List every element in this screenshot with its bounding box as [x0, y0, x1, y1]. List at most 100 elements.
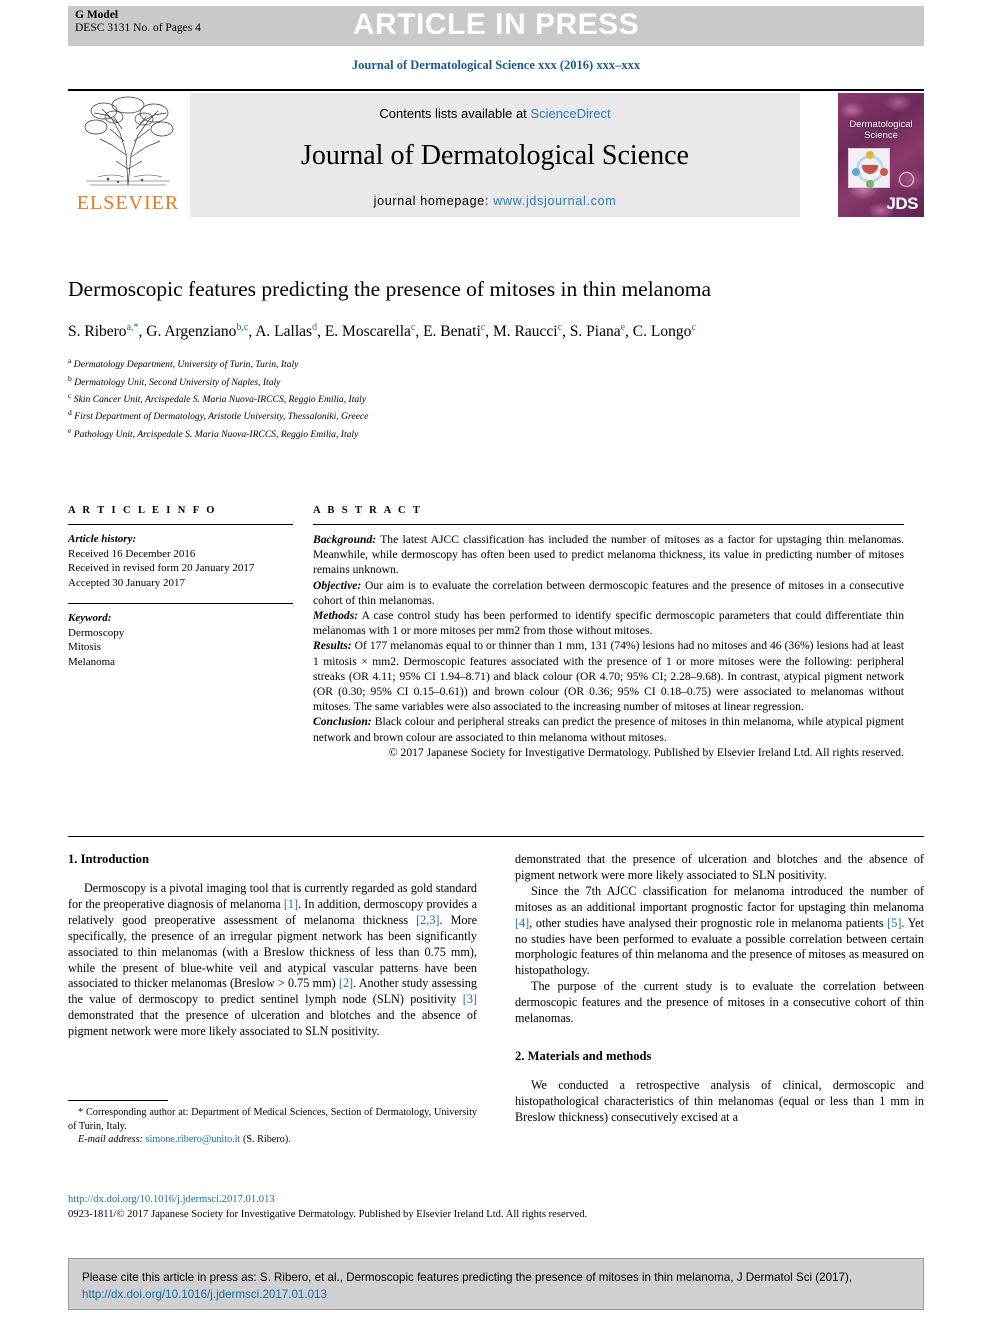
intro2-text-b: , other studies have analysed their prog… — [529, 915, 888, 930]
journal-title: Journal of Dermatological Science — [301, 140, 689, 171]
article-history-block: Article history: Received 16 December 20… — [68, 532, 293, 590]
author-entry: G. Argenzianob,c, — [146, 322, 256, 341]
doi-footer: http://dx.doi.org/10.1016/j.jdermsci.201… — [68, 1193, 924, 1222]
journal-cover-thumbnail: Dermatological Science JDS — [838, 93, 924, 217]
cover-seal-icon — [899, 172, 914, 187]
author-affiliation-mark: b,c — [236, 322, 249, 333]
abstract-background-label: Background: — [313, 533, 377, 546]
abstract-objective-label: Objective: — [313, 578, 362, 592]
author-name: S. Piana — [569, 323, 621, 341]
info-abstract-section: A R T I C L E I N F O Article history: R… — [68, 505, 924, 760]
abstract-methods-paragraph: Methods: A case control study has been p… — [313, 608, 904, 638]
author-name: G. Argenziano — [146, 323, 237, 341]
author-affiliation-mark: a,* — [126, 322, 139, 333]
abstract-background-paragraph: Background: The latest AJCC classificati… — [313, 532, 904, 578]
history-received: Received 16 December 2016 — [68, 547, 196, 560]
affiliation-mark: e — [68, 425, 72, 435]
doi-link[interactable]: http://dx.doi.org/10.1016/j.jdermsci.201… — [68, 1194, 275, 1205]
affiliation-mark: b — [68, 373, 72, 383]
affiliation-item: c Skin Cancer Unit, Arcispedale S. Maria… — [68, 389, 924, 406]
cover-title-line2: Science — [864, 130, 898, 141]
corresponding-author-footnote: * Corresponding author at: Department of… — [68, 1100, 477, 1147]
title-block: Dermoscopic features predicting the pres… — [68, 275, 924, 441]
email-address-label: E-mail address: — [78, 1134, 143, 1145]
cover-dot-green — [866, 180, 874, 188]
journal-citation-line: Journal of Dermatological Science xxx (2… — [351, 58, 641, 72]
keyword-item: Mitosis — [68, 641, 102, 653]
cite-text-body: Please cite this article in press as: S.… — [82, 1271, 853, 1284]
affiliation-text: Dermatology Department, University of Tu… — [73, 359, 299, 371]
author-affiliation-mark: c — [557, 322, 563, 333]
author-entry: S. Pianae, — [569, 322, 633, 341]
article-info-column: A R T I C L E I N F O Article history: R… — [68, 505, 313, 760]
page-title: Dermoscopic features predicting the pres… — [68, 277, 711, 301]
intro-paragraph-1-continued: demonstrated that the presence of ulcera… — [515, 852, 924, 884]
intro-continued-text: demonstrated that the presence of ulcera… — [515, 852, 924, 882]
keyword-item: Dermoscopy — [68, 626, 125, 639]
affiliation-mark: d — [68, 408, 72, 418]
author-entry: S. Riberoa,*, — [68, 322, 147, 341]
citation-ref-3[interactable]: [3] — [463, 992, 477, 1006]
journal-homepage-link[interactable]: www.jdsjournal.com — [493, 194, 616, 208]
body-column-right: demonstrated that the presence of ulcera… — [515, 852, 924, 1192]
citation-ref-1[interactable]: [1] — [284, 897, 298, 911]
elsevier-tree-icon — [84, 96, 174, 186]
keywords-block: Keyword: Dermoscopy Mitosis Melanoma — [68, 611, 293, 669]
author-name: E. Benati — [423, 323, 481, 341]
cover-title-text: Dermatological Science — [838, 119, 924, 141]
author-entry: E. Benatic, — [423, 322, 493, 341]
author-name: M. Raucci — [492, 323, 558, 341]
body-top-rule — [68, 836, 924, 837]
citation-ref-2-3[interactable]: [2,3] — [416, 913, 439, 927]
affiliation-mark: c — [68, 390, 72, 400]
affiliation-item: e Pathology Unit, Arcispedale S. Maria N… — [68, 424, 924, 441]
author-affiliation-mark: c — [410, 322, 416, 333]
author-name: E. Moscarella — [324, 323, 411, 341]
abstract-conclusion-label: Conclusion: — [313, 715, 372, 729]
abstract-methods-text: A case control study has been performed … — [313, 609, 904, 638]
author-list: S. Riberoa,*, G. Argenzianob,c, A. Lalla… — [68, 317, 868, 343]
article-info-heading: A R T I C L E I N F O — [68, 505, 217, 516]
abstract-heading: A B S T R A C T — [313, 505, 423, 516]
citation-ref-2[interactable]: [2] — [339, 976, 353, 990]
please-cite-box: Please cite this article in press as: S.… — [68, 1258, 924, 1310]
author-name: A. Lallas — [255, 323, 313, 341]
article-in-press-banner: G Model DESC 3131 No. of Pages 4 ARTICLE… — [68, 6, 924, 46]
author-affiliation-mark: d — [312, 322, 318, 333]
intro-text-e: demonstrated that the presence of ulcera… — [68, 1008, 477, 1039]
journal-masthead: ELSEVIER Contents lists available at Sci… — [68, 89, 924, 217]
abstract-copyright: © 2017 Japanese Society for Investigativ… — [388, 745, 904, 759]
cover-jds-mark: JDS — [886, 194, 918, 213]
history-revised: Received in revised form 20 January 2017 — [68, 562, 255, 574]
affiliation-item: d First Department of Dermatology, Arist… — [68, 406, 924, 423]
citation-ref-5[interactable]: [5] — [887, 916, 901, 930]
abstract-objective-paragraph: Objective: Our aim is to evaluate the co… — [313, 578, 904, 608]
cite-instruction-text: Please cite this article in press as: S.… — [82, 1269, 910, 1303]
contents-prefix: Contents lists available at — [379, 106, 531, 121]
abstract-top-rule — [313, 524, 904, 525]
email-owner-suffix: (S. Ribero). — [240, 1134, 291, 1145]
affiliation-item: a Dermatology Department, University of … — [68, 354, 924, 371]
footnote-divider — [68, 1100, 168, 1101]
author-name: S. Ribero — [68, 323, 127, 341]
corresponding-author-email-link[interactable]: simone.ribero@unito.it — [146, 1134, 241, 1145]
author-entry: A. Lallasd, — [255, 322, 325, 341]
author-affiliation-mark: e — [620, 322, 626, 333]
cover-dot-red — [880, 168, 888, 176]
citation-ref-4[interactable]: [4] — [515, 916, 529, 930]
cover-dot-blue — [852, 168, 860, 176]
history-accepted: Accepted 30 January 2017 — [68, 576, 185, 589]
section-heading-introduction: 1. Introduction — [68, 852, 149, 866]
author-entry: C. Longoc — [633, 322, 696, 340]
cite-doi-link[interactable]: http://dx.doi.org/10.1016/j.jdermsci.201… — [82, 1288, 327, 1301]
cover-dot-yellow — [866, 151, 874, 159]
intro-paragraph-3: The purpose of the current study is to e… — [515, 979, 924, 1026]
keywords-label: Keyword: — [68, 612, 112, 624]
abstract-results-text: Of 177 melanomas equal to or thinner tha… — [313, 639, 904, 714]
issn-copyright-line: 0923-1811/© 2017 Japanese Society for In… — [68, 1208, 588, 1220]
intro-paragraph-1: Dermoscopy is a pivotal imaging tool tha… — [68, 881, 477, 1040]
footnote-email-line: E-mail address: simone.ribero@unito.it (… — [68, 1133, 477, 1147]
sciencedirect-link[interactable]: ScienceDirect — [530, 106, 610, 121]
affiliation-text: First Department of Dermatology, Aristot… — [74, 411, 369, 423]
elsevier-logo: ELSEVIER — [68, 93, 188, 217]
